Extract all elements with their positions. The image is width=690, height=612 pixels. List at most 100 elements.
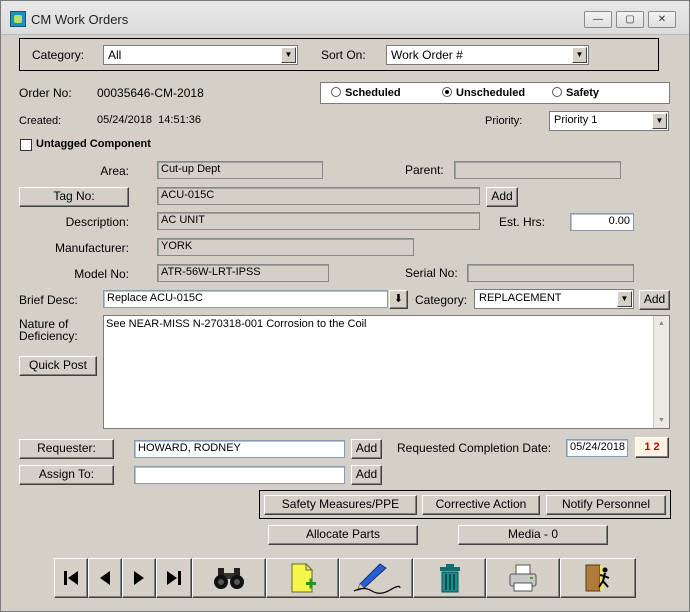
calendar-button[interactable]: 1 2 [635,437,669,458]
new-document-icon [291,562,316,593]
calendar-icon: 1 2 [644,441,660,453]
last-record-button[interactable] [156,558,192,598]
title-bar: CM Work Orders ― ▢ ✕ [1,1,689,35]
chevron-down-icon[interactable]: ▼ [652,113,667,129]
cm-work-orders-window: CM Work Orders ― ▢ ✕ Category: All ▼ Sor… [0,0,690,612]
minimize-icon: ― [593,14,603,25]
priority-label: Priority: [485,115,523,127]
category-label: Category: [415,293,468,307]
brief-desc-label: Brief Desc: [19,293,78,307]
textarea-scrollbar[interactable]: ▲ ▼ [653,316,669,428]
sort-on-label: Sort On: [321,48,366,62]
brief-desc-dropdown-button[interactable]: ⬇ [389,290,408,309]
radio-icon [331,87,341,97]
binoculars-icon [214,568,244,589]
filter-category-select[interactable]: All ▼ [103,45,298,65]
requester-add-button[interactable]: Add [351,439,382,459]
signature-pen-icon [353,563,401,594]
next-record-button[interactable] [122,558,156,598]
last-record-icon [167,571,181,585]
tag-no-field[interactable]: ACU-015C [157,187,480,205]
next-record-icon [134,571,144,585]
untagged-checkbox[interactable] [20,139,32,151]
nature-of-deficiency-label: Nature of Deficiency: [19,317,78,343]
model-no-field[interactable]: ATR-56W-LRT-IPSS [157,264,329,282]
category-value: REPLACEMENT [479,292,562,304]
first-record-icon [64,571,78,585]
search-button[interactable] [192,558,266,598]
serial-no-label: Serial No: [405,266,458,280]
media-button[interactable]: Media - 0 [458,525,608,545]
manufacturer-label: Manufacturer: [54,241,129,255]
order-no-label: Order No: [19,86,72,100]
exit-button[interactable] [560,558,636,598]
chevron-down-icon[interactable]: ▼ [572,47,587,63]
exit-door-icon [585,564,610,592]
scroll-down-icon[interactable]: ▼ [654,413,669,428]
navigation-toolbar [54,558,636,598]
untagged-label: Untagged Component [36,138,151,150]
category-add-button[interactable]: Add [639,290,670,310]
requester-field[interactable]: HOWARD, RODNEY [134,440,345,458]
order-no-value: 00035646-CM-2018 [97,86,204,100]
safety-measures-button[interactable]: Safety Measures/PPE [264,495,417,515]
app-icon [10,11,26,27]
chevron-down-icon[interactable]: ▼ [281,47,296,63]
requester-button[interactable]: Requester: [19,439,114,459]
first-record-button[interactable] [54,558,88,598]
notify-personnel-button[interactable]: Notify Personnel [546,495,666,515]
delete-record-button[interactable] [413,558,486,598]
requested-completion-date-field[interactable]: 05/24/2018 [566,439,628,457]
assign-to-button[interactable]: Assign To: [19,465,114,485]
requested-completion-date-label: Requested Completion Date: [397,441,552,455]
radio-selected-icon [442,87,452,97]
nature-of-deficiency-text: See NEAR-MISS N-270318-001 Corrosion to … [106,318,367,330]
previous-record-icon [100,571,110,585]
allocate-parts-button[interactable]: Allocate Parts [268,525,418,545]
priority-select[interactable]: Priority 1 ▼ [549,111,669,131]
radio-scheduled-label: Scheduled [345,87,401,99]
radio-unscheduled[interactable]: Unscheduled [442,87,525,99]
window-title: CM Work Orders [31,12,129,27]
area-label: Area: [100,164,129,178]
print-button[interactable] [486,558,560,598]
sort-on-select[interactable]: Work Order # ▼ [386,45,589,65]
maximize-button[interactable]: ▢ [616,11,644,28]
tag-add-button[interactable]: Add [486,187,518,207]
close-icon: ✕ [657,14,667,25]
area-field[interactable]: Cut-up Dept [157,161,323,179]
brief-desc-field[interactable]: Replace ACU-015C [103,290,388,308]
created-label: Created: [19,115,62,127]
serial-no-field[interactable] [467,264,634,282]
assign-to-field[interactable] [134,466,345,484]
parent-field[interactable] [454,161,621,179]
close-button[interactable]: ✕ [648,11,676,28]
edit-record-button[interactable] [339,558,413,598]
tag-no-button[interactable]: Tag No: [19,187,129,207]
radio-scheduled[interactable]: Scheduled [331,87,401,99]
est-hrs-label: Est. Hrs: [499,215,546,229]
corrective-action-button[interactable]: Corrective Action [422,495,540,515]
nature-of-deficiency-textarea[interactable]: See NEAR-MISS N-270318-001 Corrosion to … [103,315,670,429]
est-hrs-field[interactable]: 0.00 [570,213,634,231]
created-value: 05/24/2018 14:51:36 [97,114,201,126]
arrow-down-icon: ⬇ [393,293,404,305]
previous-record-button[interactable] [88,558,122,598]
model-no-label: Model No: [74,267,129,281]
assign-to-add-button[interactable]: Add [351,465,382,485]
minimize-button[interactable]: ― [584,11,612,28]
radio-icon [552,87,562,97]
description-label: Description: [65,215,129,229]
scroll-up-icon[interactable]: ▲ [654,316,669,331]
radio-safety[interactable]: Safety [552,87,599,99]
description-field[interactable]: AC UNIT [157,212,480,230]
radio-safety-label: Safety [566,87,600,99]
new-record-button[interactable] [266,558,339,598]
parent-label: Parent: [405,163,444,177]
chevron-down-icon[interactable]: ▼ [617,291,632,307]
category-select[interactable]: REPLACEMENT ▼ [474,289,634,309]
quick-post-button[interactable]: Quick Post [19,356,97,376]
maximize-icon: ▢ [625,14,635,25]
filter-category-label: Category: [32,48,85,62]
manufacturer-field[interactable]: YORK [157,238,414,256]
